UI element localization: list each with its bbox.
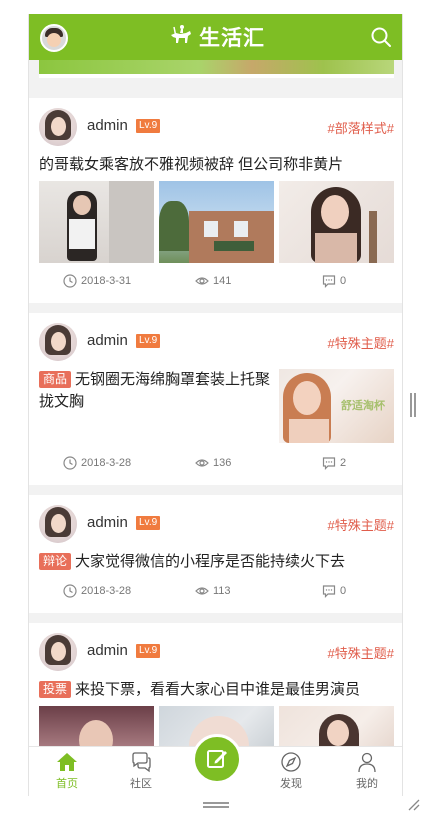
post-views: 136 <box>195 456 231 470</box>
post-comments[interactable]: 0 <box>322 584 346 598</box>
comment-icon <box>322 275 336 288</box>
post-views-count: 136 <box>213 457 232 469</box>
post-title[interactable]: 辩论 大家觉得微信的小程序是否能持续火下去 <box>39 551 394 573</box>
post-card[interactable]: admin Lv.9 #特殊主题# 辩论 大家觉得微信的小程序是否能持续火下去 2… <box>29 495 402 613</box>
level-badge: Lv.9 <box>136 334 161 348</box>
post-title-text: 无钢圈无海绵胸罩套装上托聚拢文胸 <box>39 371 271 410</box>
username[interactable]: admin <box>87 332 128 349</box>
post-author: admin Lv.9 #部落样式# <box>39 108 394 146</box>
avatar[interactable] <box>39 108 77 146</box>
product-image-caption: 舒适淘杯 <box>341 400 385 412</box>
post-views-count: 141 <box>213 275 232 287</box>
bottom-tab-bar: 首页 社区 发现 我的 <box>29 734 402 796</box>
post-image[interactable]: 舒适淘杯 <box>279 369 394 443</box>
level-badge: Lv.9 <box>136 119 161 133</box>
post-views-count: 113 <box>213 585 231 597</box>
eye-icon <box>195 587 209 595</box>
resize-corner-icon[interactable] <box>406 797 420 811</box>
tab-discover[interactable]: 发现 <box>261 751 321 791</box>
post-comments[interactable]: 2 <box>322 456 346 470</box>
post-meta: 2018-3-28 136 2 <box>39 449 394 477</box>
level-badge: Lv.9 <box>136 644 161 658</box>
post-date-text: 2018-3-28 <box>81 457 132 469</box>
post-author: admin Lv.9 #特殊主题# <box>39 323 394 361</box>
product-row: 商品 无钢圈无海绵胸罩套装上托聚拢文胸 舒适淘杯 <box>39 369 394 443</box>
avatar[interactable] <box>39 505 77 543</box>
person-icon <box>358 752 376 773</box>
horse-rider-icon <box>171 25 191 43</box>
tab-community[interactable]: 社区 <box>111 751 171 791</box>
tab-community-label: 社区 <box>130 778 152 790</box>
scrollbar-handle[interactable] <box>410 393 416 417</box>
post-author: admin Lv.9 #特殊主题# <box>39 633 394 671</box>
post-date-text: 2018-3-28 <box>81 585 132 597</box>
comment-icon <box>322 585 336 598</box>
post-views: 141 <box>195 274 231 288</box>
edit-icon <box>207 750 227 768</box>
post-title[interactable]: 的哥载女乘客放不雅视频被辞 但公司称非黄片 <box>39 154 394 176</box>
app-window: 生活汇 admin Lv.9 #部落样式# 的哥载女乘客放不雅视频被辞 但公司称… <box>28 14 403 796</box>
post-type-badge: 商品 <box>39 371 72 388</box>
post-card[interactable]: admin Lv.9 #特殊主题# 商品 无钢圈无海绵胸罩套装上托聚拢文胸 舒适淘… <box>29 313 402 485</box>
eye-icon <box>195 459 209 467</box>
post-type-badge: 辩论 <box>39 553 72 570</box>
post-comments-count: 0 <box>340 585 347 597</box>
search-icon[interactable] <box>370 26 392 48</box>
top-header: 生活汇 <box>29 14 402 60</box>
tab-profile[interactable]: 我的 <box>337 751 397 791</box>
post-date: 2018-3-28 <box>63 456 131 470</box>
level-badge: Lv.9 <box>136 516 161 530</box>
new-post-button[interactable] <box>192 734 242 784</box>
username[interactable]: admin <box>87 117 128 134</box>
chat-bubbles-icon <box>132 752 151 773</box>
eye-icon <box>195 277 209 285</box>
tab-discover-label: 发现 <box>280 778 302 790</box>
app-logo: 生活汇 <box>167 21 265 53</box>
post-feed: admin Lv.9 #部落样式# 的哥载女乘客放不雅视频被辞 但公司称非黄片 <box>29 98 402 796</box>
post-meta: 2018-3-31 141 0 <box>39 267 394 295</box>
post-title[interactable]: 商品 无钢圈无海绵胸罩套装上托聚拢文胸 <box>39 369 279 443</box>
username[interactable]: admin <box>87 642 128 659</box>
tab-profile-label: 我的 <box>356 778 378 790</box>
tab-home[interactable]: 首页 <box>37 751 97 791</box>
clock-icon <box>63 456 77 470</box>
resize-handle[interactable] <box>203 802 229 808</box>
clock-icon <box>63 274 77 288</box>
post-comments[interactable]: 0 <box>322 274 346 288</box>
post-card[interactable]: admin Lv.9 #部落样式# 的哥载女乘客放不雅视频被辞 但公司称非黄片 <box>29 98 402 303</box>
post-date: 2018-3-28 <box>63 584 131 598</box>
post-views: 113 <box>195 584 231 598</box>
post-image[interactable] <box>159 181 274 263</box>
clock-icon <box>63 584 77 598</box>
topic-tag[interactable]: #部落样式# <box>328 118 394 137</box>
compass-icon <box>281 752 301 772</box>
post-date-text: 2018-3-31 <box>81 275 132 287</box>
topic-tag[interactable]: #特殊主题# <box>328 515 394 534</box>
post-image[interactable] <box>39 181 154 263</box>
post-title-text: 来投下票，看看大家心目中谁是最佳男演员 <box>75 681 361 698</box>
user-avatar-button[interactable] <box>40 24 68 52</box>
topic-tag[interactable]: #特殊主题# <box>328 643 394 662</box>
username[interactable]: admin <box>87 514 128 531</box>
tab-home-label: 首页 <box>56 778 78 790</box>
home-icon <box>57 753 77 771</box>
avatar[interactable] <box>39 323 77 361</box>
topic-tag[interactable]: #特殊主题# <box>328 333 394 352</box>
post-meta: 2018-3-28 113 0 <box>39 577 394 605</box>
post-comments-count: 2 <box>340 457 347 469</box>
post-comments-count: 0 <box>340 275 347 287</box>
post-author: admin Lv.9 #特殊主题# <box>39 505 394 543</box>
post-date: 2018-3-31 <box>63 274 131 288</box>
post-images <box>39 181 394 263</box>
post-title[interactable]: 投票 来投下票，看看大家心目中谁是最佳男演员 <box>39 679 394 701</box>
post-type-badge: 投票 <box>39 681 72 698</box>
banner-image[interactable] <box>39 60 394 78</box>
comment-icon <box>322 457 336 470</box>
post-image[interactable] <box>279 181 394 263</box>
post-title-text: 大家觉得微信的小程序是否能持续火下去 <box>75 553 346 570</box>
app-logo-text: 生活汇 <box>199 27 265 50</box>
avatar[interactable] <box>39 633 77 671</box>
